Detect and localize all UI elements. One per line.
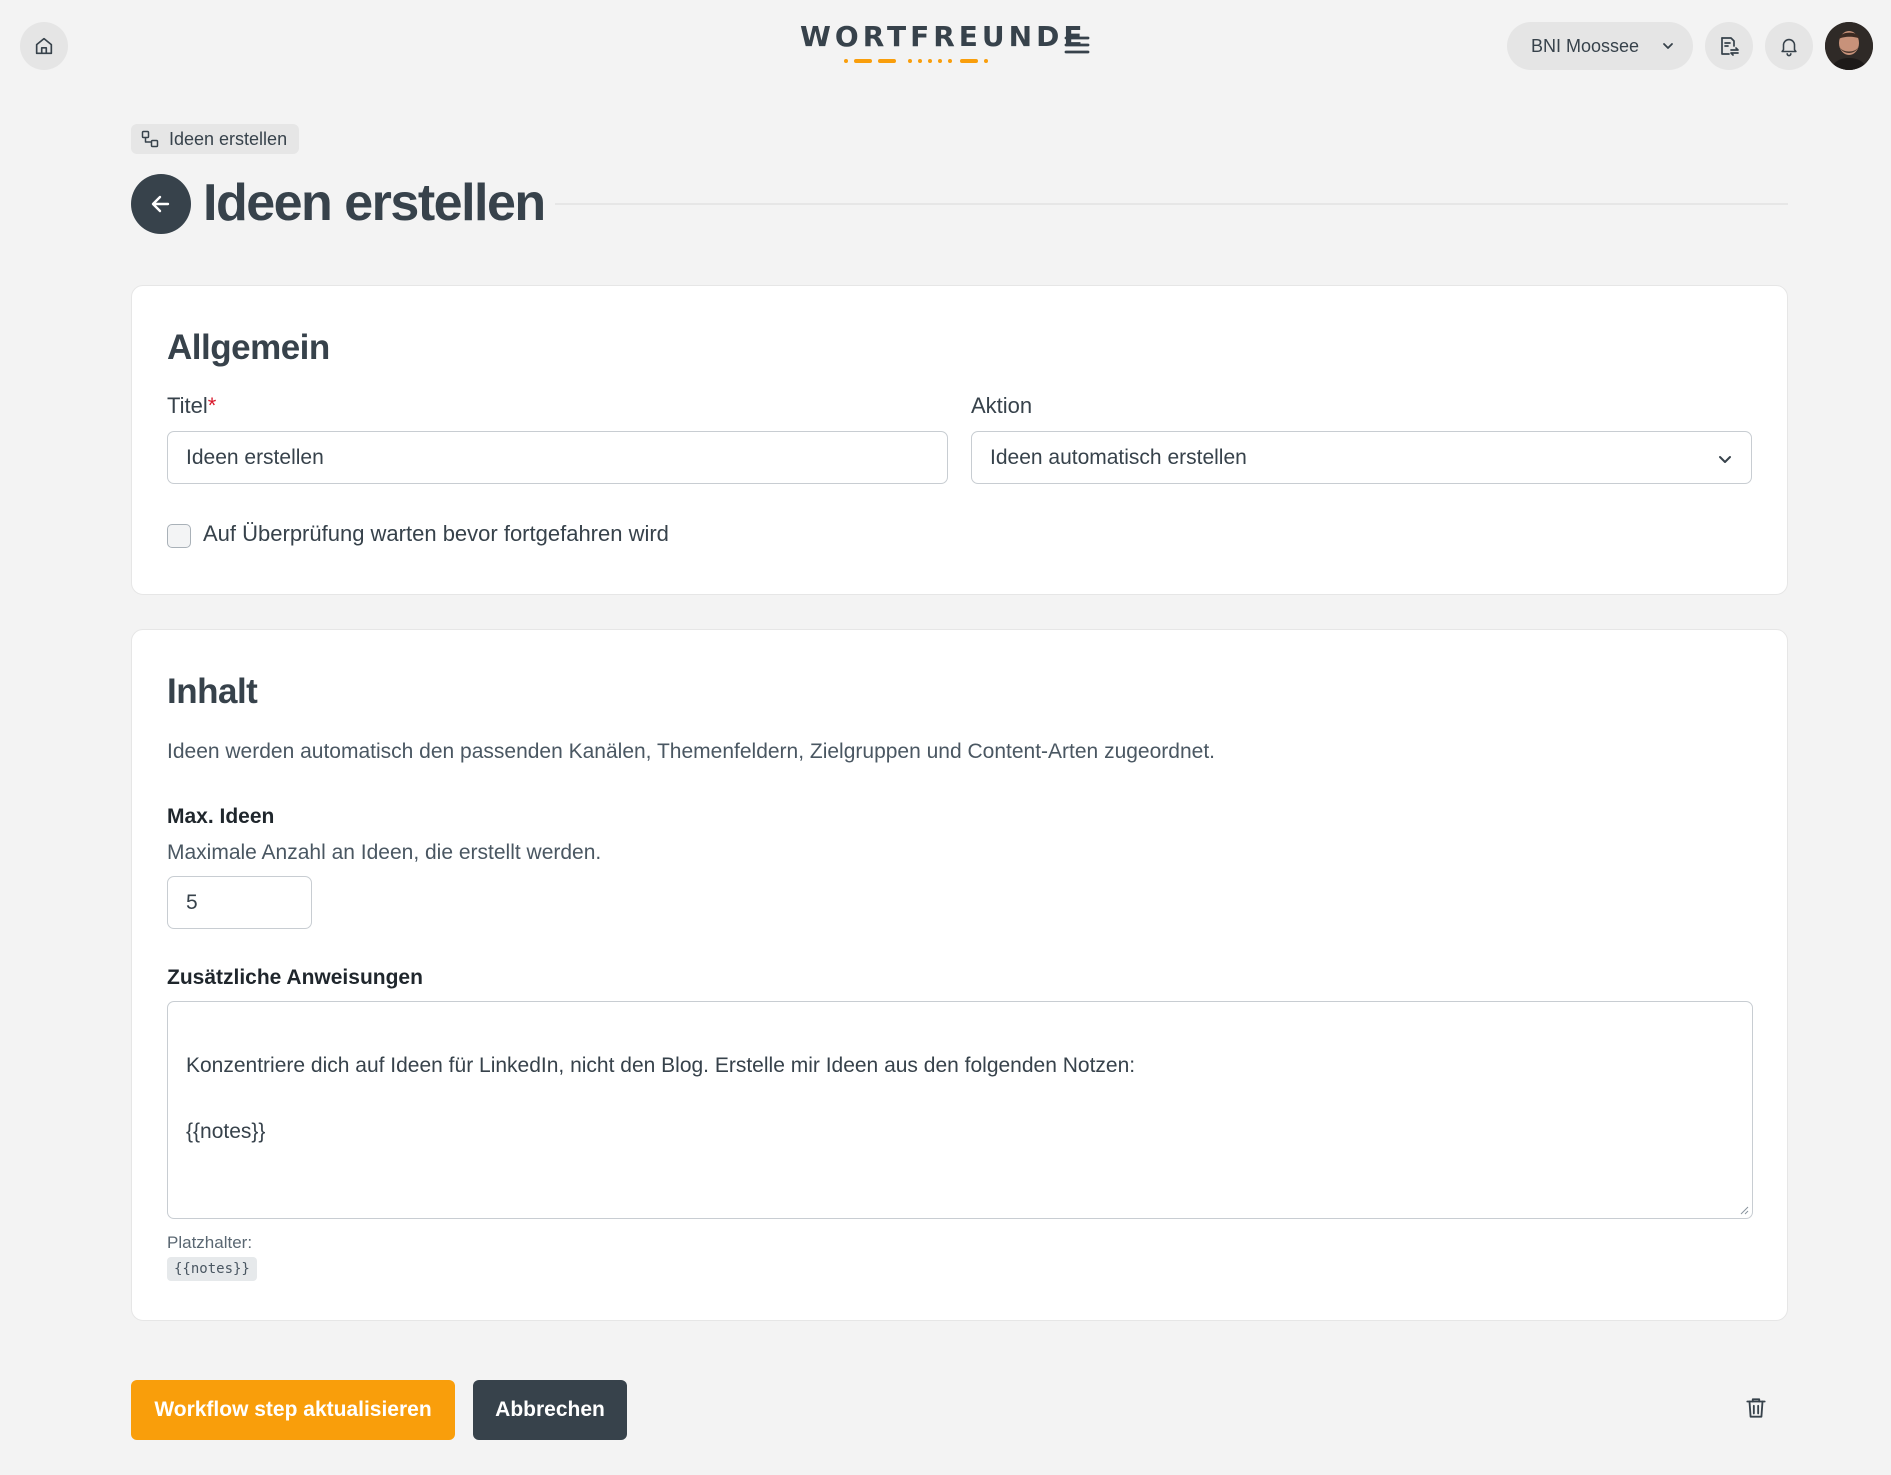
required-marker: * — [207, 393, 217, 418]
chevron-down-icon — [1719, 456, 1731, 463]
trash-icon — [1746, 1398, 1766, 1418]
title-label-text: Titel — [167, 393, 208, 418]
max-ideas-input[interactable]: 5 — [167, 876, 312, 929]
content-description: Ideen werden automatisch den passenden K… — [167, 740, 1215, 763]
breadcrumb[interactable]: Ideen erstellen — [131, 124, 300, 154]
chevron-down-icon — [1663, 43, 1673, 49]
workflow-icon — [141, 130, 159, 148]
action-select[interactable]: Ideen automatisch erstellen — [971, 431, 1752, 484]
max-ideas-value: 5 — [186, 890, 198, 914]
home-button[interactable] — [20, 22, 68, 70]
logo-dots-decoration — [844, 59, 988, 63]
arrow-left-icon — [151, 195, 170, 213]
general-heading: Allgemein — [167, 328, 330, 367]
wait-review-checkbox[interactable] — [167, 524, 191, 548]
placeholder-chip-notes[interactable]: {{notes}} — [167, 1257, 257, 1281]
main-menu-button[interactable] — [1062, 30, 1092, 60]
instructions-textarea[interactable]: Konzentriere dich auf Ideen für LinkedIn… — [167, 1001, 1753, 1219]
brand-logo[interactable]: WORTFREUNDE — [800, 20, 1087, 66]
content-card: Inhalt Ideen werden automatisch den pass… — [131, 629, 1788, 1321]
title-input-value: Ideen erstellen — [186, 445, 324, 469]
user-avatar[interactable] — [1825, 22, 1873, 70]
update-workflow-step-button[interactable]: Workflow step aktualisieren — [131, 1380, 455, 1440]
notifications-button[interactable] — [1765, 22, 1813, 70]
title-label: Titel* — [167, 392, 216, 420]
cancel-button[interactable]: Abbrechen — [473, 1380, 627, 1440]
organization-name: BNI Moossee — [1531, 35, 1640, 56]
avatar-image — [1825, 22, 1873, 70]
max-ideas-label: Max. Ideen — [167, 805, 275, 828]
general-card: Allgemein Titel* Ideen erstellen Aktion … — [131, 285, 1788, 595]
top-bar: WORTFREUNDE BNI Moossee — [0, 0, 1891, 92]
page-title: Ideen erstellen — [203, 174, 546, 232]
hamburger-menu-icon — [1064, 36, 1090, 54]
breadcrumb-label: Ideen erstellen — [169, 128, 288, 149]
max-ideas-hint: Maximale Anzahl an Ideen, die erstellt w… — [167, 841, 602, 864]
resize-grip-icon[interactable] — [1739, 1205, 1749, 1215]
document-switch-button[interactable] — [1705, 22, 1753, 70]
action-select-value: Ideen automatisch erstellen — [990, 445, 1247, 469]
placeholders-label: Platzhalter: — [167, 1233, 253, 1252]
delete-button[interactable] — [1743, 1395, 1773, 1425]
document-swap-icon — [1721, 37, 1739, 56]
home-icon — [35, 37, 53, 55]
title-divider — [555, 203, 1788, 205]
content-heading: Inhalt — [167, 672, 258, 711]
title-input[interactable]: Ideen erstellen — [167, 431, 948, 484]
wait-review-label[interactable]: Auf Überprüfung warten bevor fortgefahre… — [203, 520, 669, 548]
organization-select[interactable]: BNI Moossee — [1507, 22, 1693, 70]
logo-text: WORTFREUNDE — [800, 20, 1087, 53]
bell-icon — [1781, 38, 1797, 57]
instructions-label: Zusätzliche Anweisungen — [167, 966, 423, 989]
back-button[interactable] — [131, 174, 191, 234]
instructions-value: Konzentriere dich auf Ideen für LinkedIn… — [186, 1054, 1136, 1143]
action-label: Aktion — [971, 393, 1033, 418]
